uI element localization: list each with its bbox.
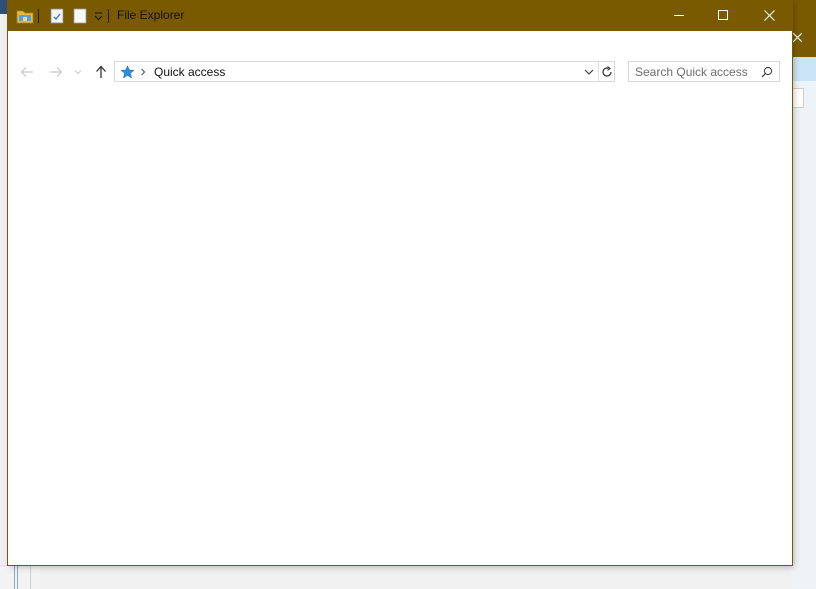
- maximize-button[interactable]: [700, 0, 746, 31]
- search-icon[interactable]: [759, 64, 775, 80]
- background-window-fragment: [0, 565, 40, 589]
- arrow-right-icon: [50, 67, 63, 77]
- recent-locations-button[interactable]: [72, 60, 84, 84]
- file-list-area[interactable]: [8, 92, 792, 565]
- minimize-icon: [673, 15, 684, 16]
- toolbar-separator: [38, 9, 39, 23]
- navigation-bar: Quick access: [8, 60, 792, 84]
- refresh-icon: [602, 65, 612, 77]
- title-bar[interactable]: File Explorer: [8, 0, 792, 31]
- address-history-dropdown[interactable]: [582, 63, 596, 80]
- window-title: File Explorer: [117, 8, 185, 22]
- close-button[interactable]: [746, 0, 792, 31]
- address-bar[interactable]: Quick access: [114, 61, 615, 82]
- forward-button[interactable]: [46, 60, 66, 84]
- properties-icon[interactable]: [48, 6, 66, 26]
- background-help-button[interactable]: [792, 88, 804, 108]
- background-ribbon-strip: [792, 57, 816, 81]
- arrow-up-icon: [96, 65, 106, 78]
- quick-access-star-icon: [119, 63, 135, 81]
- close-icon: [763, 10, 775, 21]
- background-close-icon[interactable]: [792, 30, 803, 50]
- desktop-icon-fragment: [0, 0, 8, 14]
- breadcrumb-quick-access[interactable]: Quick access: [154, 65, 225, 79]
- maximize-icon: [717, 10, 728, 20]
- toolbar-separator: [108, 9, 109, 23]
- refresh-button[interactable]: [599, 62, 615, 81]
- new-folder-icon[interactable]: [71, 6, 89, 26]
- minimize-button[interactable]: [656, 0, 702, 31]
- file-explorer-window: File Explorer Quick access Search Quick …: [8, 0, 792, 565]
- background-window[interactable]: [792, 0, 816, 588]
- chevron-down-icon: [584, 69, 594, 75]
- folder-icon[interactable]: [15, 6, 35, 26]
- customize-dropdown-icon[interactable]: [92, 6, 104, 26]
- back-button[interactable]: [17, 60, 37, 84]
- arrow-left-icon: [20, 67, 33, 77]
- search-box[interactable]: [628, 61, 780, 82]
- breadcrumb-chevron-icon[interactable]: [138, 64, 148, 80]
- search-input[interactable]: [635, 63, 755, 80]
- up-button[interactable]: [91, 60, 111, 84]
- chevron-down-icon: [74, 70, 82, 75]
- background-window-titlebar: [792, 0, 816, 57]
